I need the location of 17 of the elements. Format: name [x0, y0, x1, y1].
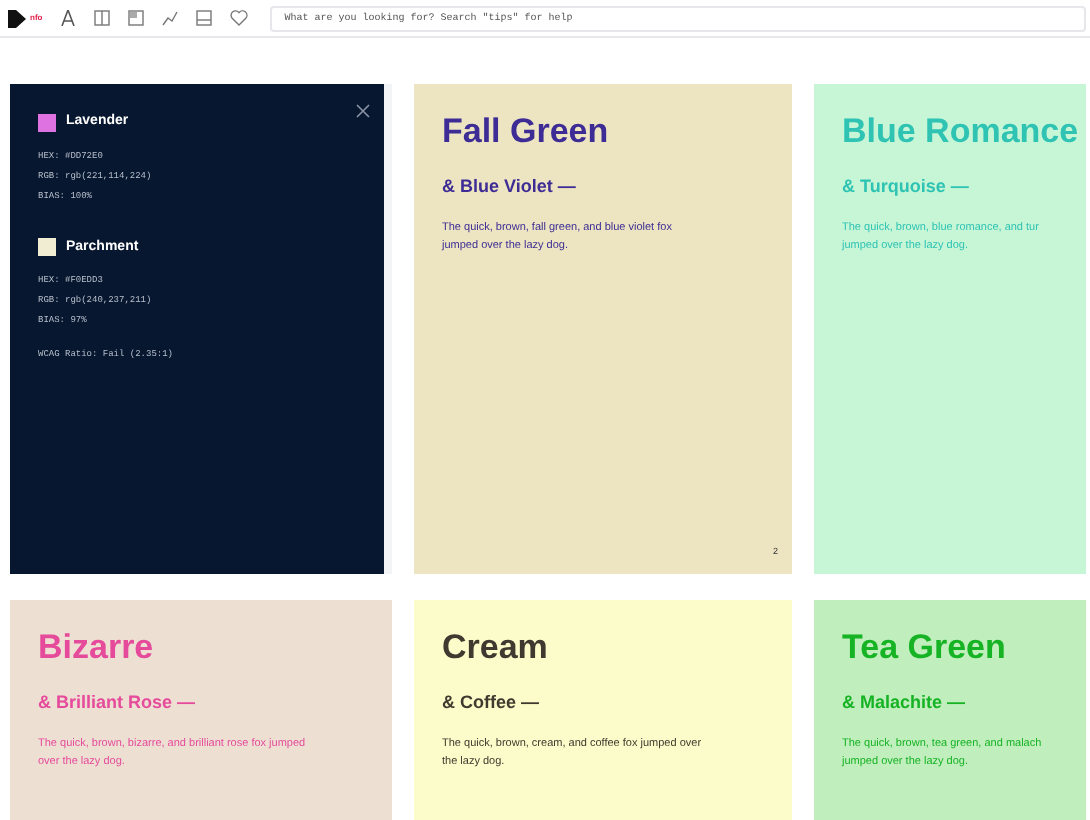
card-title: Tea Green — [842, 626, 1008, 670]
card-subtitle: & Brilliant Rose — — [38, 690, 198, 716]
chart-icon[interactable] — [162, 10, 179, 26]
card-subtitle: & Malachite — — [842, 690, 968, 716]
card-title: Cream — [442, 626, 550, 670]
card-subtitle: & Turquoise — — [842, 174, 971, 200]
columns-icon[interactable] — [94, 10, 111, 26]
image-icon[interactable] — [128, 10, 145, 26]
close-icon[interactable] — [356, 104, 370, 118]
card-title: Blue Romance — [842, 110, 1080, 154]
card-subtitle: & Coffee — — [442, 690, 542, 716]
logo-icon[interactable] — [8, 9, 26, 27]
heart-icon[interactable] — [230, 10, 249, 26]
typography-icon[interactable] — [60, 10, 77, 26]
card-title: Bizarre — [38, 626, 156, 670]
card-title: Fall Green — [442, 110, 611, 154]
card-subtitle: & Blue Violet — — [442, 174, 578, 200]
